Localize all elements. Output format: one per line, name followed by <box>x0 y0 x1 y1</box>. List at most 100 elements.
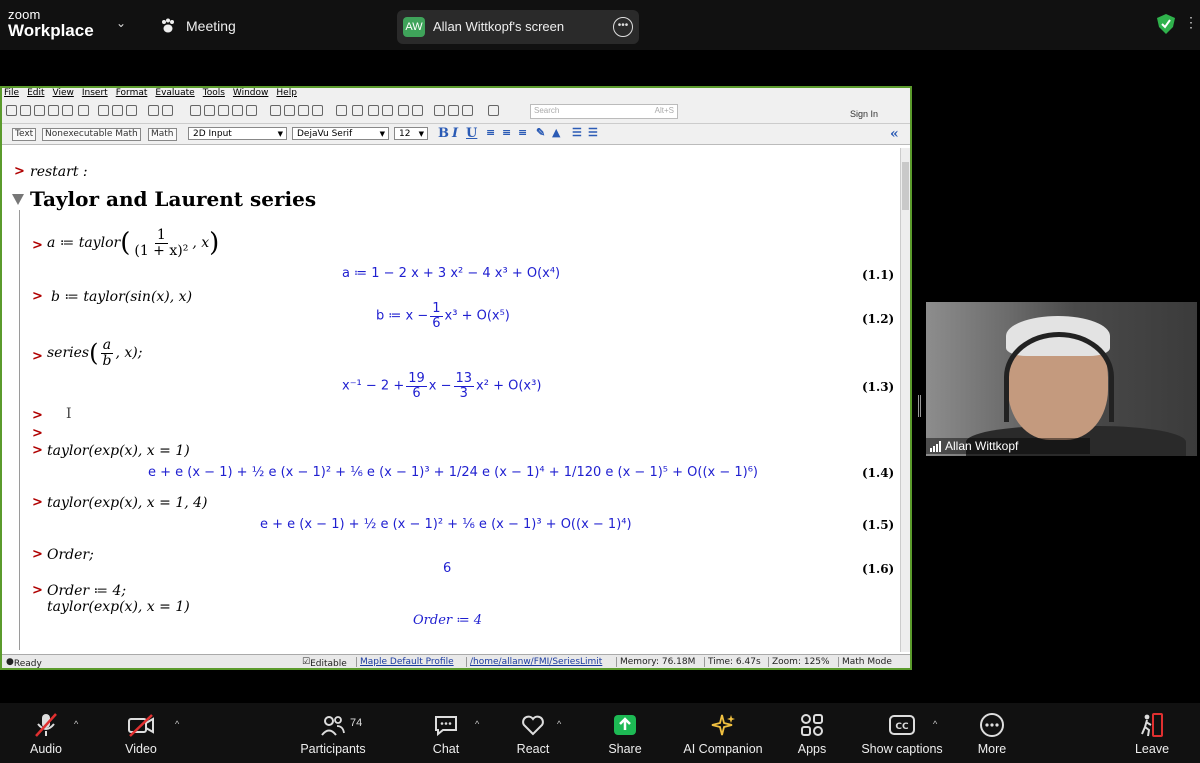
text-icon[interactable] <box>190 105 201 116</box>
chat-options-caret[interactable]: ^ <box>475 719 479 729</box>
menu-format[interactable]: Format <box>116 88 148 101</box>
forward-icon[interactable] <box>284 105 295 116</box>
vertical-scrollbar[interactable] <box>900 148 910 652</box>
captions-options-caret[interactable]: ^ <box>933 719 937 729</box>
input-2[interactable]: b ≔ taylor(sin(x), x) <box>51 289 192 305</box>
input-4[interactable]: taylor(exp(x), x = 1) <box>47 443 190 459</box>
open-icon[interactable] <box>20 105 31 116</box>
menu-file[interactable]: File <box>4 88 19 101</box>
link-icon[interactable] <box>412 105 423 116</box>
bold-icon[interactable]: B <box>438 126 449 141</box>
grid-icon[interactable] <box>78 105 89 116</box>
participants-label: Participants <box>300 742 366 756</box>
audio-button[interactable]: Audio <box>22 711 70 756</box>
menu-evaluate[interactable]: Evaluate <box>155 88 194 101</box>
react-button[interactable]: React <box>512 711 554 756</box>
menu-tools[interactable]: Tools <box>203 88 225 101</box>
stop-icon[interactable] <box>368 105 379 116</box>
react-options-caret[interactable]: ^ <box>557 719 561 729</box>
help-icon[interactable] <box>488 105 499 116</box>
print-icon[interactable] <box>48 105 59 116</box>
undo-icon[interactable] <box>148 105 159 116</box>
math-icon[interactable] <box>204 105 215 116</box>
menu-help[interactable]: Help <box>276 88 297 101</box>
leave-button[interactable]: Leave <box>1130 711 1174 756</box>
path-link[interactable]: /home/allanw/FMI/SeriesLimit <box>466 657 602 667</box>
ai-companion-button[interactable]: AI Companion <box>680 711 766 756</box>
save-icon[interactable] <box>34 105 45 116</box>
dropdown-arrow-icon: ▼ <box>418 130 424 138</box>
screen-share-pill[interactable]: AW Allan Wittkopf's screen ••• <box>397 10 639 44</box>
collapse-palette-icon[interactable]: « <box>890 126 899 142</box>
underline-icon[interactable]: U <box>466 126 477 141</box>
font-select[interactable]: DejaVu Serif ▼ <box>292 127 389 140</box>
align-center-icon[interactable]: ≡ <box>502 126 511 139</box>
more-button[interactable]: More <box>972 711 1012 756</box>
input-mode-select[interactable]: 2D Input ▼ <box>188 127 287 140</box>
new-icon[interactable] <box>6 105 17 116</box>
zoom-reset-icon[interactable] <box>462 105 473 116</box>
editable-checkbox[interactable]: ☑ Editable <box>302 657 347 668</box>
zoom-out-icon[interactable] <box>448 105 459 116</box>
restart-input[interactable]: restart : <box>30 164 88 180</box>
input-7a[interactable]: Order ≔ 4; <box>47 583 126 599</box>
text-mode-tag[interactable]: Text <box>12 128 37 141</box>
nonexec-math-tag[interactable]: Nonexecutable Math <box>42 128 141 141</box>
number-list-icon[interactable]: ☰ <box>588 126 598 139</box>
participant-video[interactable] <box>926 302 1197 456</box>
cut-icon[interactable] <box>98 105 109 116</box>
copy-icon[interactable] <box>112 105 123 116</box>
execute-icon[interactable] <box>352 105 363 116</box>
input-3[interactable]: series(a b, x); <box>47 338 142 368</box>
menu-view[interactable]: View <box>53 88 74 101</box>
paste-icon[interactable] <box>126 105 137 116</box>
back-icon[interactable] <box>270 105 281 116</box>
shield-check-icon[interactable] <box>1157 14 1175 34</box>
prompt-icon[interactable] <box>218 105 229 116</box>
restart-icon[interactable] <box>382 105 393 116</box>
captions-button[interactable]: CC Show captions <box>858 711 946 756</box>
menu-edit[interactable]: Edit <box>27 88 44 101</box>
resize-handle[interactable] <box>918 395 921 417</box>
highlight-icon[interactable]: ✎ <box>536 126 545 139</box>
bullet-list-icon[interactable]: ☰ <box>572 126 582 139</box>
sign-in-link[interactable]: Sign In <box>850 109 878 119</box>
zoom-in-icon[interactable] <box>434 105 445 116</box>
input-1[interactable]: a ≔ taylor(1 (1 + x)², x) <box>47 228 219 258</box>
profile-link[interactable]: Maple Default Profile <box>356 657 454 667</box>
input-5[interactable]: taylor(exp(x), x = 1, 4) <box>47 495 208 511</box>
share-button[interactable]: Share <box>604 711 646 756</box>
align-left-icon[interactable]: ≡ <box>486 126 495 139</box>
video-options-caret[interactable]: ^ <box>175 719 179 729</box>
font-size-select[interactable]: 12 ▼ <box>394 127 428 140</box>
align-right-icon[interactable]: ≡ <box>518 126 527 139</box>
nav-icon[interactable] <box>312 105 323 116</box>
video-button[interactable]: Video <box>116 711 166 756</box>
meeting-info-button[interactable]: Meeting <box>160 18 236 34</box>
color-icon[interactable]: ▲ <box>552 126 560 139</box>
math-mode-tag[interactable]: Math <box>148 128 177 141</box>
outdent-icon[interactable] <box>246 105 257 116</box>
chat-button[interactable]: Chat <box>426 711 466 756</box>
menu-window[interactable]: Window <box>233 88 269 101</box>
section-collapse-icon[interactable] <box>12 194 24 205</box>
indent-icon[interactable] <box>232 105 243 116</box>
worksheet[interactable]: > restart : Taylor and Laurent series > … <box>2 148 900 652</box>
prompt-marker: > <box>32 443 43 458</box>
preview-icon[interactable] <box>62 105 73 116</box>
scroll-thumb[interactable] <box>902 162 909 210</box>
execute-all-icon[interactable] <box>336 105 347 116</box>
input-6[interactable]: Order; <box>47 547 94 563</box>
input-7b[interactable]: taylor(exp(x), x = 1) <box>47 599 190 615</box>
audio-options-caret[interactable]: ^ <box>74 719 78 729</box>
search-input[interactable]: Search Alt+S <box>530 104 678 119</box>
apps-button[interactable]: Apps <box>794 711 830 756</box>
debug-icon[interactable] <box>398 105 409 116</box>
redo-icon[interactable] <box>162 105 173 116</box>
top-more-icon[interactable]: ⋮⋮ <box>1184 14 1200 31</box>
chevron-down-icon[interactable]: ⌄ <box>116 16 126 30</box>
italic-icon[interactable]: I <box>452 126 458 141</box>
home-icon[interactable] <box>298 105 309 116</box>
menu-insert[interactable]: Insert <box>82 88 108 101</box>
more-options-icon[interactable]: ••• <box>613 17 633 37</box>
